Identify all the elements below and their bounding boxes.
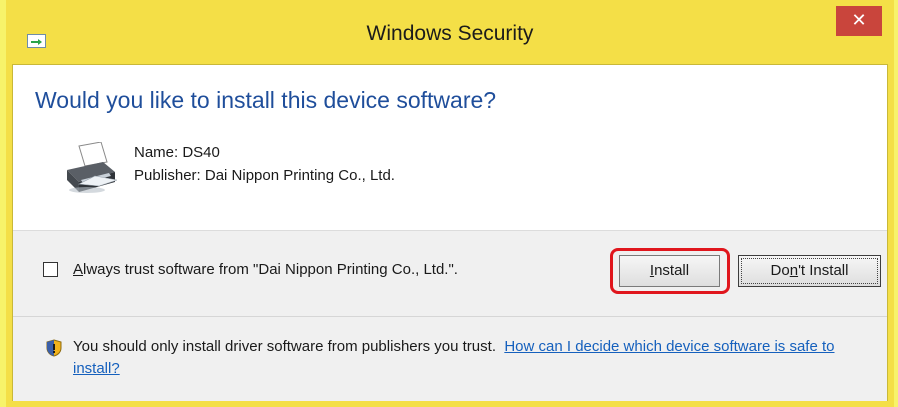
printer-icon xyxy=(67,142,117,193)
device-info: Name: DS40 Publisher: Dai Nippon Printin… xyxy=(134,141,395,187)
dialog-content: Would you like to install this device so… xyxy=(12,64,888,401)
shield-warning-icon xyxy=(46,339,62,357)
action-panel: Always trust software from "Dai Nippon P… xyxy=(13,230,887,401)
close-button[interactable]: ✕ xyxy=(836,6,882,36)
always-trust-checkbox[interactable] xyxy=(43,262,58,277)
warning-message: You should only install driver software … xyxy=(73,336,863,380)
install-label: nstall xyxy=(654,262,690,279)
device-publisher: Publisher: Dai Nippon Printing Co., Ltd. xyxy=(134,167,395,184)
access-key-n: n xyxy=(789,262,799,279)
always-trust-label-text: lways trust software from "Dai Nippon Pr… xyxy=(83,261,458,278)
device-name: Name: DS40 xyxy=(134,144,220,161)
install-button[interactable]: Install xyxy=(619,255,720,287)
always-trust-label[interactable]: Always trust software from "Dai Nippon P… xyxy=(73,259,493,281)
dont-install-label-start: Do xyxy=(770,262,790,279)
security-dialog: Windows Security ✕ Would you like to ins… xyxy=(6,0,894,407)
panel-divider xyxy=(13,316,887,317)
warning-text: You should only install driver software … xyxy=(73,338,496,355)
dont-install-button[interactable]: Don't Install xyxy=(738,255,881,287)
window-title: Windows Security xyxy=(366,22,534,45)
access-key-a: A xyxy=(73,261,84,278)
dialog-heading: Would you like to install this device so… xyxy=(35,87,497,113)
dont-install-label-end: 't Install xyxy=(798,262,849,279)
